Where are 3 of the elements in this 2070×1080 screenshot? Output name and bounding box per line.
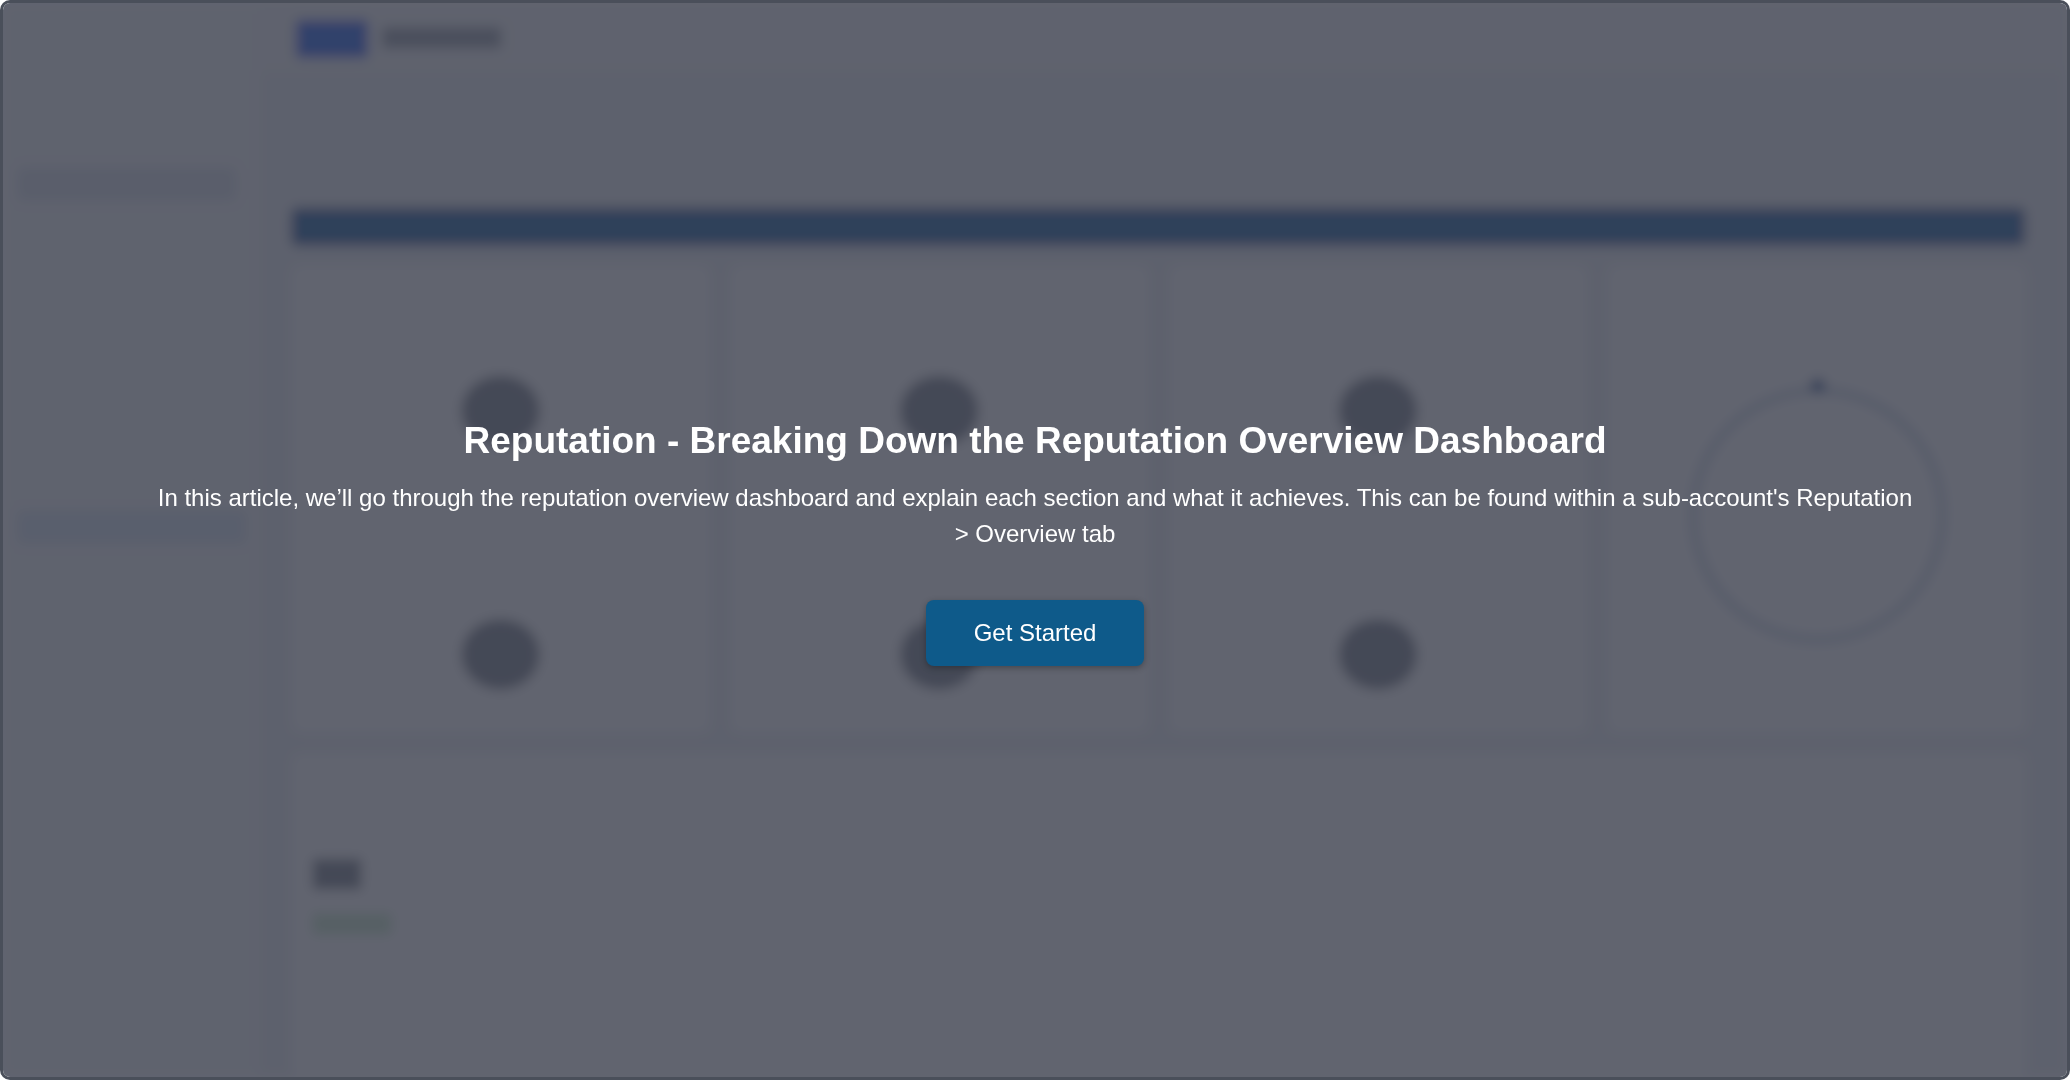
article-description: In this article, we’ll go through the reputation overview dashboard and explain each section and what it achieves. This can be found within a sub-account's Reputation > Overview tab xyxy=(156,483,1914,549)
article-title: Reputation - Breaking Down the Reputation Overview Dashboard xyxy=(463,420,1607,462)
get-started-button[interactable]: Get Started xyxy=(926,600,1144,666)
